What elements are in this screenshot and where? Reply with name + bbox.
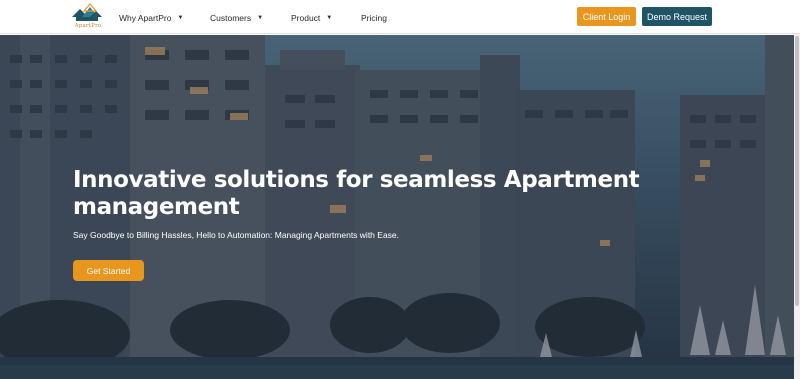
nav-pricing[interactable]: Pricing	[361, 11, 387, 25]
apartpro-logo[interactable]: ApartPro	[70, 3, 104, 31]
nav-product-label: Product	[291, 13, 321, 23]
hero-title: Innovative solutions for seamless Apartm…	[73, 167, 640, 220]
page: ApartPro Why ApartPro ▼ Customers ▼ Prod…	[0, 0, 800, 379]
nav-customers[interactable]: Customers ▼	[210, 11, 263, 25]
demo-request-button[interactable]: Demo Request	[642, 7, 712, 26]
nav-why-apartpro-label: Why ApartPro	[119, 13, 172, 23]
vertical-scrollbar[interactable]	[794, 34, 800, 379]
top-navbar: ApartPro Why ApartPro ▼ Customers ▼ Prod…	[0, 0, 800, 34]
nav-why-apartpro[interactable]: Why ApartPro ▼	[119, 11, 183, 25]
caret-down-icon: ▼	[177, 15, 184, 21]
house-logo-icon	[72, 3, 102, 21]
get-started-button[interactable]: Get Started	[73, 260, 144, 281]
hero-subtitle: Say Goodbye to Billing Hassles, Hello to…	[73, 230, 400, 240]
caret-down-icon: ▼	[257, 15, 264, 21]
hero-section: Innovative solutions for seamless Apartm…	[0, 35, 800, 379]
caret-down-icon: ▼	[326, 15, 333, 21]
client-login-button[interactable]: Client Login	[577, 7, 636, 26]
nav-pricing-label: Pricing	[361, 13, 387, 23]
scrollbar-thumb[interactable]	[795, 36, 799, 306]
nav-customers-label: Customers	[210, 13, 252, 23]
nav-product[interactable]: Product ▼	[291, 11, 332, 25]
logo-text: ApartPro	[74, 23, 102, 29]
